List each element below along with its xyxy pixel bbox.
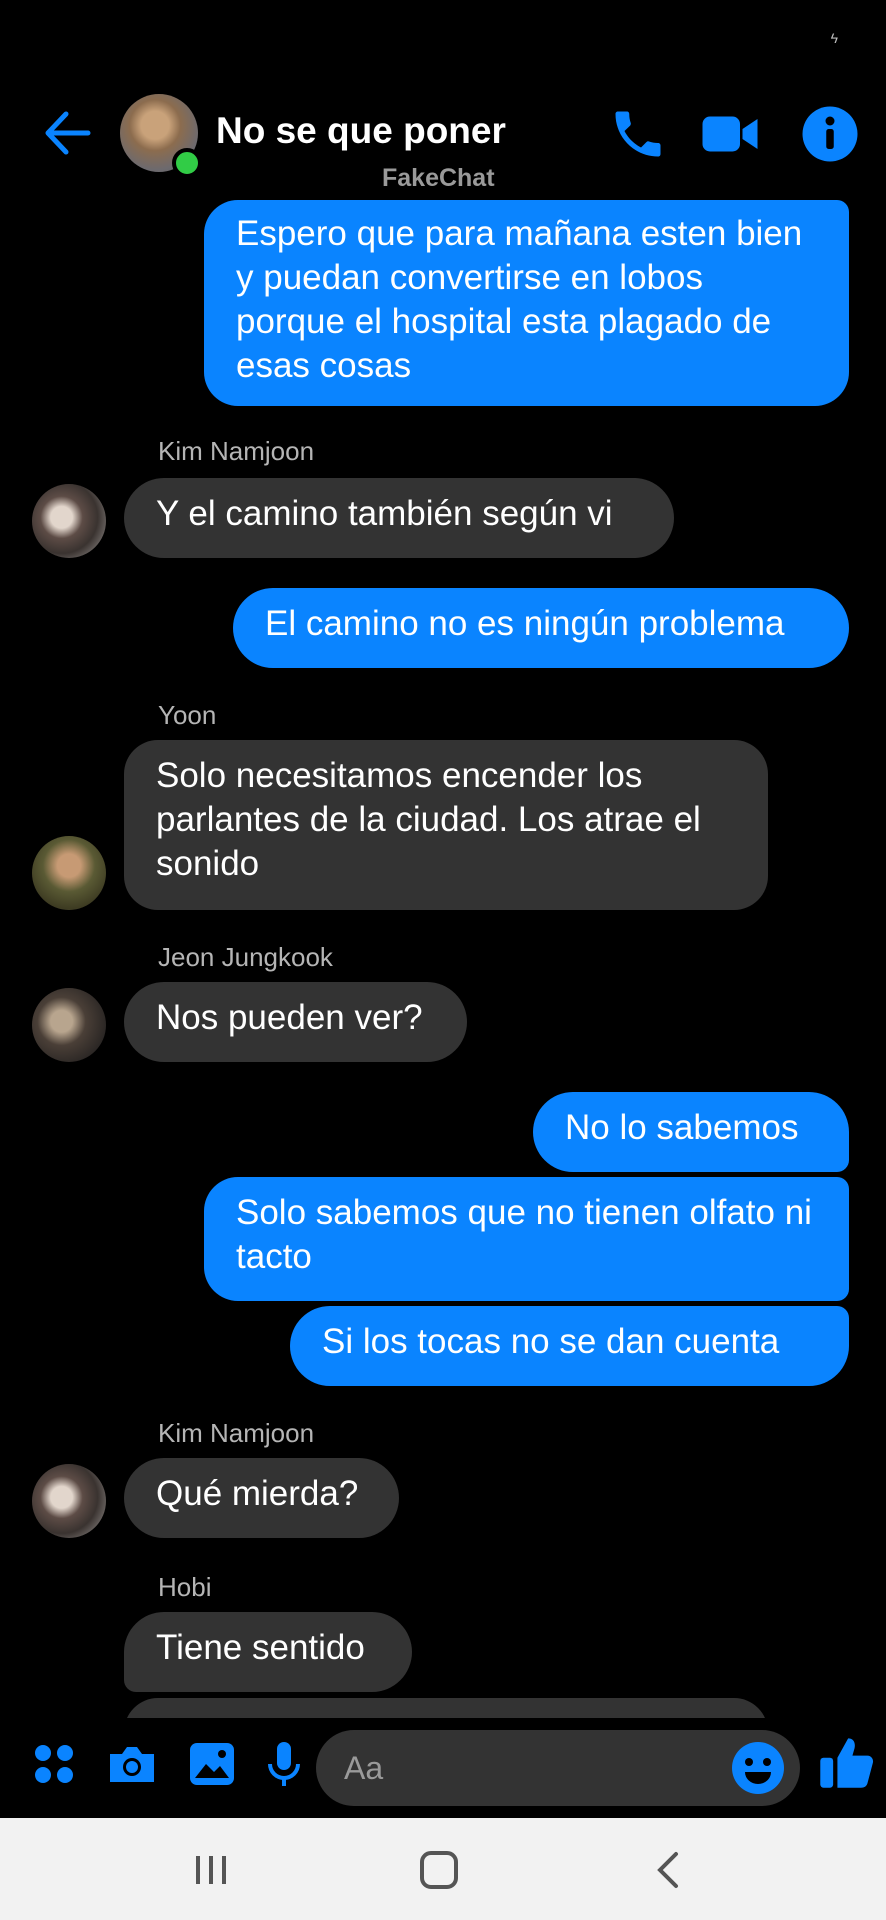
chat-header: ϟ No se que poner FakeChat: [0, 0, 886, 200]
message-incoming[interactable]: Qué mierda?: [124, 1458, 399, 1538]
back-icon[interactable]: [646, 1848, 696, 1892]
message-outgoing[interactable]: Espero que para mañana esten bien y pued…: [204, 200, 849, 406]
sender-name: Kim Namjoon: [158, 436, 315, 466]
message-outgoing[interactable]: No lo sabemos: [533, 1092, 849, 1172]
message-input[interactable]: Aa: [316, 1730, 800, 1806]
microphone-icon[interactable]: [256, 1736, 312, 1792]
sender-name: Hobi: [158, 1572, 212, 1602]
sender-name: Kim Namjoon: [158, 1418, 315, 1448]
message-list[interactable]: Espero que para mañana esten bien y pued…: [0, 0, 886, 1718]
input-placeholder: Aa: [344, 1750, 384, 1786]
gallery-icon[interactable]: [184, 1736, 240, 1792]
system-navigation-bar: [0, 1818, 886, 1920]
thumbs-up-icon[interactable]: [816, 1732, 876, 1792]
message-incoming[interactable]: Tiene sentido: [124, 1612, 412, 1692]
chat-subtitle: FakeChat: [382, 164, 495, 192]
message-incoming[interactable]: Nos pueden ver?: [124, 982, 467, 1062]
sender-name: Yoon: [158, 700, 217, 730]
avatar[interactable]: [32, 836, 106, 910]
avatar[interactable]: [32, 484, 106, 558]
recent-apps-icon[interactable]: [186, 1848, 236, 1892]
avatar[interactable]: [32, 988, 106, 1062]
message-composer: Aa: [0, 1718, 886, 1818]
avatar[interactable]: [32, 1464, 106, 1538]
message-outgoing[interactable]: El camino no es ningún problema: [233, 588, 849, 668]
online-indicator: [172, 148, 202, 178]
apps-icon[interactable]: [26, 1736, 82, 1792]
message-outgoing[interactable]: Si los tocas no se dan cuenta: [290, 1306, 849, 1386]
chat-title[interactable]: No se que poner: [216, 110, 506, 152]
info-icon[interactable]: [800, 104, 860, 164]
charging-icon: ϟ: [830, 30, 838, 46]
message-incoming[interactable]: Y el camino también según vi: [124, 478, 674, 558]
phone-icon[interactable]: [608, 104, 668, 164]
camera-icon[interactable]: [104, 1736, 160, 1792]
back-arrow-icon[interactable]: [42, 108, 92, 158]
sender-name: Jeon Jungkook: [158, 942, 333, 972]
message-incoming[interactable]: Solo necesitamos encender los parlantes …: [124, 740, 768, 910]
video-call-icon[interactable]: [700, 104, 760, 164]
emoji-icon[interactable]: [730, 1740, 786, 1796]
message-outgoing[interactable]: Solo sabemos que no tienen olfato ni tac…: [204, 1177, 849, 1301]
message-incoming-partial[interactable]: [124, 1698, 768, 1718]
home-icon[interactable]: [414, 1848, 464, 1892]
